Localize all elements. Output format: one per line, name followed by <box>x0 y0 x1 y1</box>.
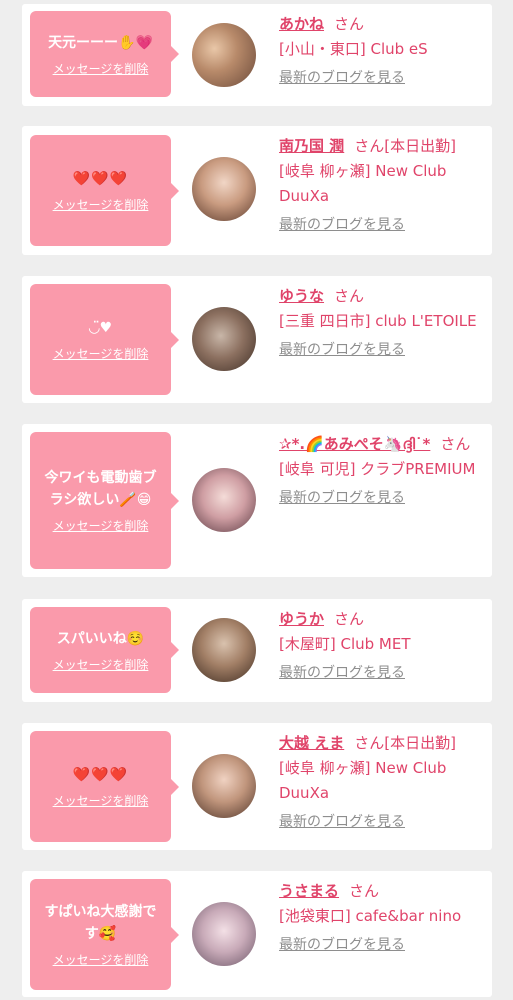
shop-label: [岐阜 柳ヶ瀬] New Club DuuXa <box>279 759 447 802</box>
message-bubble: ❤️❤️❤️ メッセージを削除 <box>30 731 179 842</box>
message-card: 今ワイも電動歯ブラシ欲しい🪥😁 メッセージを削除 ✰*.🌈あみぺそ🦄ദ്ദി˙*… <box>22 424 492 577</box>
latest-blog-link[interactable]: 最新のブログを見る <box>279 810 484 835</box>
honorific: さん <box>349 882 380 900</box>
shop-label: [池袋東口] cafe&bar nino <box>279 907 462 925</box>
girl-name-link[interactable]: 大越 えま <box>279 734 344 752</box>
message-bubble: スパいいね☺️ メッセージを削除 <box>30 607 179 693</box>
shop-label: [三重 四日市] club L'ETOILE <box>279 312 477 330</box>
latest-blog-link[interactable]: 最新のブログを見る <box>279 661 484 686</box>
latest-blog-link[interactable]: 最新のブログを見る <box>279 486 484 511</box>
message-text: 今ワイも電動歯ブラシ欲しい🪥😁 <box>44 470 157 508</box>
avatar[interactable] <box>192 468 256 532</box>
honorific: さん <box>440 435 471 453</box>
shop-label: [木屋町] Club MET <box>279 635 411 653</box>
girl-name-link[interactable]: ゆうな <box>279 287 324 305</box>
girl-name-link[interactable]: うさまる <box>279 882 339 900</box>
avatar[interactable] <box>192 902 256 966</box>
message-text: 天元ーーー✋💗 <box>48 34 153 51</box>
message-text: ◡̈♥︎ <box>88 320 113 336</box>
shop-label: [小山・東口] Club eS <box>279 40 428 58</box>
shop-label: [岐阜 可児] クラブPREMIUM <box>279 460 476 478</box>
message-card: 天元ーーー✋💗 メッセージを削除 あかね さん [小山・東口] Club eS 最… <box>22 4 492 106</box>
honorific: さん <box>334 287 365 305</box>
message-card: スパいいね☺️ メッセージを削除 ゆうか さん [木屋町] Club MET 最新… <box>22 599 492 702</box>
delete-message-link[interactable]: メッセージを削除 <box>53 345 149 362</box>
avatar[interactable] <box>192 754 256 818</box>
avatar[interactable] <box>192 307 256 371</box>
message-text: スパいいね☺️ <box>56 630 145 647</box>
delete-message-link[interactable]: メッセージを削除 <box>53 196 149 213</box>
avatar[interactable] <box>192 23 256 87</box>
girl-name-link[interactable]: あかね <box>279 15 324 33</box>
latest-blog-link[interactable]: 最新のブログを見る <box>279 338 484 363</box>
avatar[interactable] <box>192 157 256 221</box>
message-text: ❤️❤️❤️ <box>72 767 129 783</box>
girl-name-link[interactable]: ✰*.🌈あみぺそ🦄ദ്ദി˙* <box>279 435 430 453</box>
girl-name-link[interactable]: 南乃国 潤 <box>279 137 344 155</box>
delete-message-link[interactable]: メッセージを削除 <box>53 656 149 673</box>
delete-message-link[interactable]: メッセージを削除 <box>53 792 149 809</box>
delete-message-link[interactable]: メッセージを削除 <box>53 951 149 968</box>
honorific: さん <box>334 15 365 33</box>
honorific: さん[本日出勤] <box>354 137 456 155</box>
girl-name-link[interactable]: ゆうか <box>279 610 324 628</box>
message-card: すぱいね大感謝です🥰 メッセージを削除 うさまる さん [池袋東口] cafe&b… <box>22 871 492 997</box>
message-bubble: 天元ーーー✋💗 メッセージを削除 <box>30 11 179 97</box>
delete-message-link[interactable]: メッセージを削除 <box>53 60 149 77</box>
message-text: ❤️❤️❤️ <box>72 171 129 187</box>
message-bubble: 今ワイも電動歯ブラシ欲しい🪥😁 メッセージを削除 <box>30 432 179 569</box>
delete-message-link[interactable]: メッセージを削除 <box>53 517 149 534</box>
message-bubble: ◡̈♥︎ メッセージを削除 <box>30 284 179 395</box>
latest-blog-link[interactable]: 最新のブログを見る <box>279 66 484 91</box>
shop-label: [岐阜 柳ヶ瀬] New Club DuuXa <box>279 162 447 205</box>
latest-blog-link[interactable]: 最新のブログを見る <box>279 933 484 958</box>
message-bubble: ❤️❤️❤️ メッセージを削除 <box>30 135 179 246</box>
message-card: ◡̈♥︎ メッセージを削除 ゆうな さん [三重 四日市] club L'ETOI… <box>22 276 492 403</box>
message-bubble: すぱいね大感謝です🥰 メッセージを削除 <box>30 879 179 990</box>
honorific: さん <box>334 610 365 628</box>
latest-blog-link[interactable]: 最新のブログを見る <box>279 213 484 238</box>
message-card: ❤️❤️❤️ メッセージを削除 南乃国 潤さん[本日出勤] [岐阜 柳ヶ瀬] N… <box>22 126 492 255</box>
message-text: すぱいね大感謝です🥰 <box>44 904 157 942</box>
message-card: ❤️❤️❤️ メッセージを削除 大越 えま さん[本日出勤] [岐阜 柳ヶ瀬] N… <box>22 723 492 850</box>
avatar[interactable] <box>192 618 256 682</box>
honorific: さん[本日出勤] <box>354 734 456 752</box>
